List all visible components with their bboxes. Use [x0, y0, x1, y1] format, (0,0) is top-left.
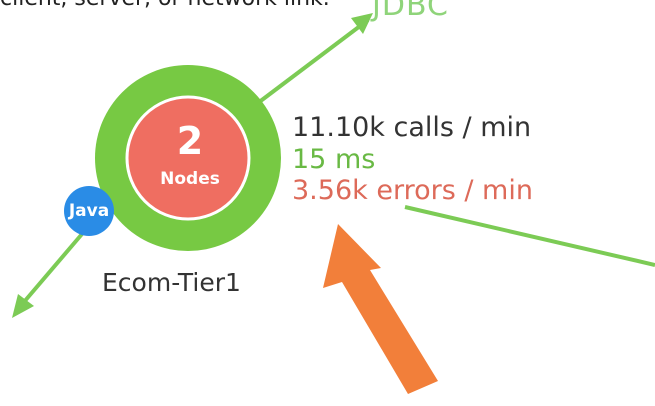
page-caption: client, server, or network link. [0, 0, 330, 11]
orange-pointer-arrow-icon [323, 224, 438, 394]
right-link-line[interactable] [404, 205, 655, 267]
node-count-label: Nodes [160, 169, 220, 189]
errors-per-minute: 3.56k errors / min [292, 175, 533, 206]
downstream-link-arrowhead-icon [12, 294, 34, 318]
jdbc-link-label: JDBC [372, 0, 449, 23]
calls-per-minute: 11.10k calls / min [292, 112, 532, 143]
node-count: 2 [176, 119, 204, 163]
java-badge-icon: Java [64, 186, 114, 236]
response-time: 15 ms [292, 144, 376, 175]
flow-map-canvas: client, server, or network link. JDBC 2 … [0, 0, 655, 402]
tier-name-label: Ecom-Tier1 [102, 268, 241, 297]
downstream-link-line[interactable] [16, 232, 84, 311]
java-badge-label: Java [68, 201, 110, 221]
